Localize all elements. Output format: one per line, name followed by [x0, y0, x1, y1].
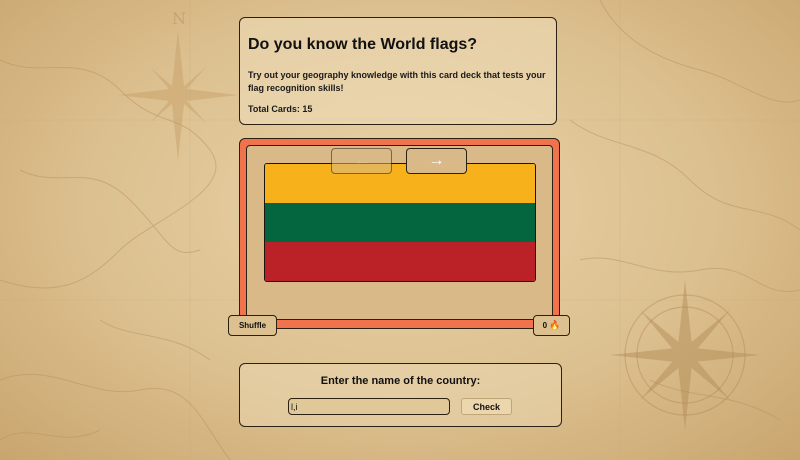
deck-description: Try out your geography knowledge with th… — [248, 70, 546, 93]
previous-card-button[interactable]: ← — [331, 148, 392, 174]
flag-image — [264, 163, 536, 282]
next-card-button[interactable]: → — [406, 148, 467, 174]
total-cards-count: Total Cards: 15 — [248, 104, 313, 114]
arrow-left-icon: ← — [353, 152, 370, 169]
country-name-input[interactable] — [288, 398, 450, 415]
shuffle-button[interactable]: Shuffle — [228, 315, 277, 336]
flashcard-frame — [239, 138, 560, 329]
svg-text:N: N — [172, 9, 186, 28]
flag-stripe-bottom — [265, 242, 535, 281]
flag-stripe-top — [265, 164, 535, 203]
deck-info-card: Do you know the World flags? Try out you… — [239, 17, 557, 125]
arrow-right-icon: → — [428, 152, 445, 169]
answer-prompt: Enter the name of the country: — [320, 375, 481, 387]
flashcard[interactable] — [246, 145, 553, 320]
answer-form: Enter the name of the country: Check — [239, 363, 562, 427]
check-button[interactable]: Check — [461, 398, 512, 415]
page-title: Do you know the World flags? — [248, 36, 478, 53]
streak-badge: 0 🔥 — [533, 315, 570, 336]
streak-count: 0 — [542, 321, 548, 330]
flag-stripe-middle — [265, 203, 535, 242]
fire-icon: 🔥 — [549, 320, 561, 330]
